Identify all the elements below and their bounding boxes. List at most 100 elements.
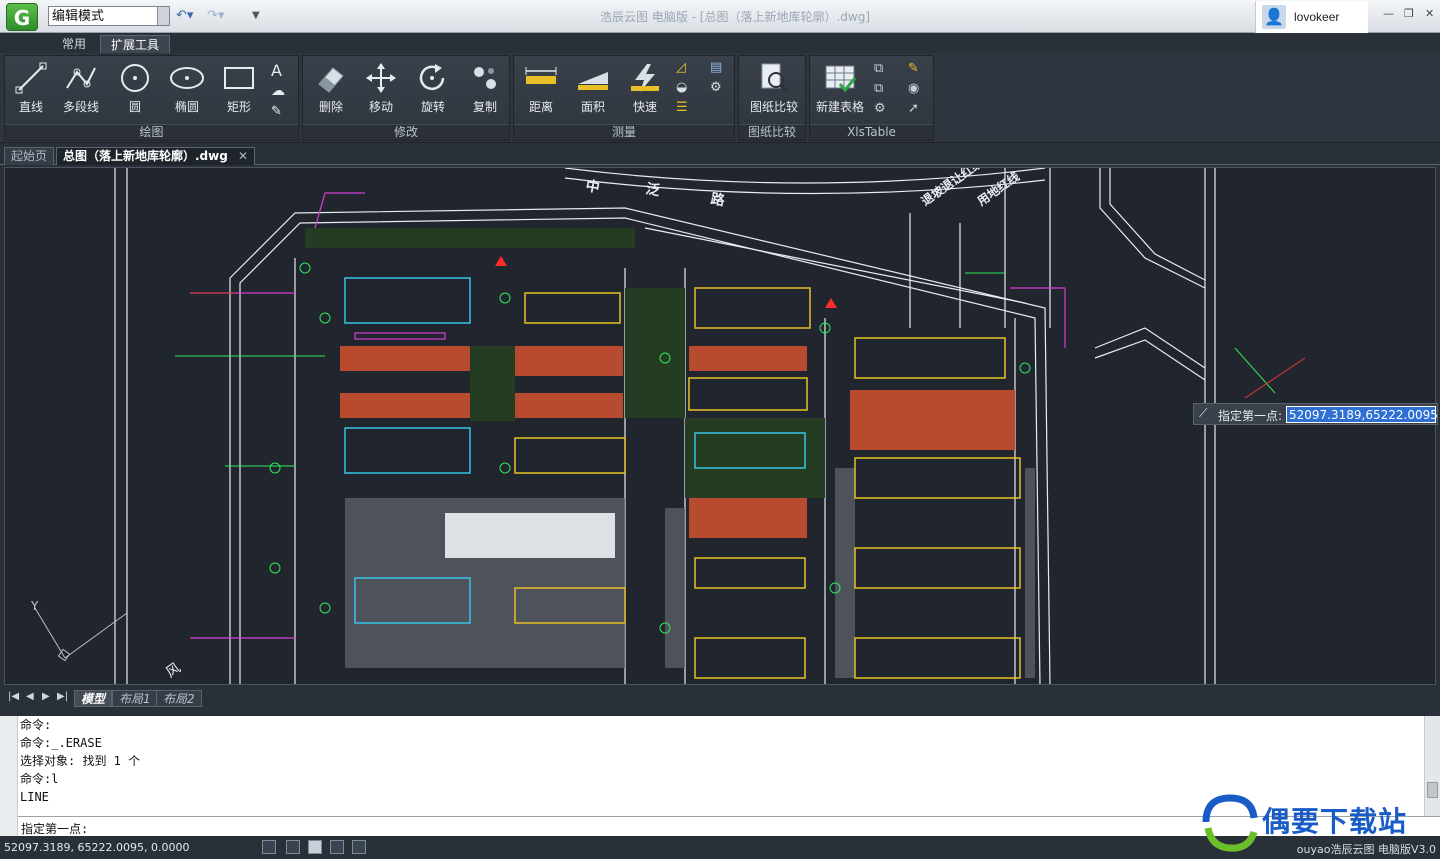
area-tool[interactable]: 面积	[569, 60, 617, 122]
prev-layout-icon[interactable]: ◀	[26, 691, 34, 702]
username: lovokeer	[1294, 10, 1340, 24]
tab-common[interactable]: 常用	[52, 35, 96, 53]
quick-measure-tool[interactable]: 快速	[621, 60, 669, 122]
close-icon[interactable]: ✕	[1425, 7, 1434, 20]
road-label-3: 路	[709, 190, 727, 209]
tab-start-page[interactable]: 起始页	[4, 147, 55, 165]
grid-toggle-icon[interactable]	[308, 840, 322, 854]
command-prompt: 指定第一点:	[21, 822, 89, 836]
rectangle-icon	[224, 67, 254, 89]
window-title: 浩辰云图 电脑版 - [总图（落上新地库轮廓）.dwg]	[600, 10, 871, 24]
mode-select-value: 编辑模式	[52, 9, 105, 24]
history-line: 命令:	[20, 718, 52, 732]
distance-tool[interactable]: 距离	[517, 60, 565, 122]
line-icon	[15, 62, 47, 94]
ortho-toggle-icon[interactable]	[286, 840, 300, 854]
table-edit-icon[interactable]: ✎	[908, 61, 928, 79]
table-select-icon[interactable]: ➚	[908, 101, 928, 119]
avatar-icon[interactable]: 👤	[1262, 5, 1286, 29]
sketch-tool-icon[interactable]: ✎	[271, 104, 291, 122]
tab-drawing[interactable]: 总图（落上新地库轮廓）.dwg ✕	[56, 147, 256, 165]
group-draw-label: 绘图	[5, 124, 298, 140]
last-layout-icon[interactable]: ▶|	[57, 691, 68, 702]
customize-toolbar-icon[interactable]: ▼	[252, 10, 260, 21]
osnap-toggle-icon[interactable]	[352, 840, 366, 854]
polar-toggle-icon[interactable]	[330, 840, 344, 854]
ellipse-icon	[170, 67, 204, 89]
measure-settings-icon[interactable]: ⚙	[710, 80, 730, 98]
table-import-icon[interactable]: ⧉	[874, 61, 894, 79]
command-panel-grip[interactable]	[0, 716, 18, 836]
table-icon	[825, 65, 857, 93]
history-line: 选择对象: 找到 1 个	[20, 754, 141, 768]
rectangle-tool[interactable]: 矩形	[215, 60, 263, 122]
area-label: 面积	[580, 100, 605, 114]
rotate-label: 旋转	[420, 100, 445, 114]
drawing-canvas[interactable]: Y 中 泛 路 退坡退让红线 用地红线 风	[4, 167, 1436, 685]
tab-model[interactable]: 模型	[74, 690, 113, 707]
arc-measure-icon[interactable]: ◒	[676, 80, 696, 98]
text-tool-icon[interactable]: A	[271, 61, 291, 80]
table-export-icon[interactable]: ⧉	[874, 81, 894, 99]
group-draw: 直线 多段线 圆 椭圆 矩形 A ☁ ✎ 绘图	[4, 55, 299, 141]
ribbon-tabs: 常用 扩展工具 — ❐ ✕	[0, 33, 1440, 81]
circle-label: 圆	[128, 100, 141, 114]
user-area[interactable]: 👤 lovokeer	[1255, 1, 1368, 33]
new-table-tool[interactable]: 新建表格	[812, 60, 868, 122]
next-layout-icon[interactable]: ▶	[42, 691, 50, 702]
snap-toggle-icon[interactable]	[262, 840, 276, 854]
move-label: 移动	[368, 100, 393, 114]
group-measure-label: 测量	[514, 124, 734, 140]
circle-icon	[121, 64, 149, 92]
first-layout-icon[interactable]: |◀	[8, 691, 19, 702]
cloud-tool-icon[interactable]: ☁	[271, 83, 291, 101]
line-cursor-icon: ⟋	[1199, 406, 1208, 420]
redo-icon[interactable]: ↷▾	[207, 8, 224, 23]
table-view-icon[interactable]: ◉	[908, 81, 928, 99]
rotate-tool[interactable]: 旋转	[409, 60, 457, 122]
maximize-icon[interactable]: ❐	[1404, 7, 1414, 20]
group-xls-label: XlsTable	[810, 124, 933, 140]
undo-icon[interactable]: ↶▾	[176, 8, 193, 23]
polyline-tool[interactable]: 多段线	[57, 60, 105, 122]
copy-icon	[474, 67, 496, 89]
app-logo-icon[interactable]: G	[6, 3, 38, 31]
tab-layout1[interactable]: 布局1	[112, 690, 158, 707]
distance-label: 距离	[528, 100, 553, 114]
title-bar: G 编辑模式 ↶▾ ↷▾ ▼ 浩辰云图 电脑版 - [总图（落上新地库轮廓）.d…	[0, 0, 1440, 33]
compare-tool[interactable]: 图纸比较	[747, 60, 801, 122]
ellipse-tool[interactable]: 椭圆	[163, 60, 211, 122]
coordinate-measure-icon[interactable]: ☰	[676, 100, 696, 118]
ruler-distance-icon	[525, 67, 557, 84]
dynamic-input-popup[interactable]: ⟋ 指定第一点: 52097.3189,65222.0095	[1193, 403, 1438, 425]
angle-measure-icon[interactable]: ◿	[676, 60, 696, 78]
line-tool[interactable]: 直线	[7, 60, 55, 122]
chevron-down-icon[interactable]	[157, 7, 169, 25]
group-xlstable: 新建表格 ⧉ ⧉ ⚙ ✎ ◉ ➚ XlsTable	[809, 55, 934, 141]
history-line: 命令:l	[20, 772, 59, 786]
cad-drawing: Y 中 泛 路 退坡退让红线 用地红线 风	[30, 168, 1306, 684]
watermark-logo: 偶要下载站	[1196, 792, 1436, 856]
delete-label: 删除	[318, 100, 343, 114]
minimize-icon[interactable]: —	[1383, 7, 1394, 20]
table-settings-icon[interactable]: ⚙	[874, 101, 894, 119]
lightning-icon	[631, 64, 659, 92]
batch-measure-icon[interactable]: ▤	[710, 60, 730, 78]
ribbon: 直线 多段线 圆 椭圆 矩形 A ☁ ✎ 绘图 删除 移动 旋转 复制 修改 距…	[0, 53, 1440, 143]
tab-extended-tools[interactable]: 扩展工具	[100, 35, 171, 53]
corner-label: 风	[163, 660, 184, 681]
tab-drawing-label: 总图（落上新地库轮廓）.dwg	[63, 149, 228, 163]
circle-tool[interactable]: 圆	[111, 60, 159, 122]
coordinates-readout: 52097.3189, 65222.0095, 0.0000	[4, 841, 190, 854]
dynamic-input-label: 指定第一点:	[1218, 409, 1283, 423]
copy-tool[interactable]: 复制	[461, 60, 509, 122]
dynamic-input-value[interactable]: 52097.3189,65222.0095	[1286, 406, 1438, 423]
line-label: 直线	[18, 100, 43, 114]
move-tool[interactable]: 移动	[357, 60, 405, 122]
mode-select[interactable]: 编辑模式	[48, 6, 170, 26]
tab-layout2[interactable]: 布局2	[156, 690, 202, 707]
tab-close-icon[interactable]: ✕	[238, 149, 248, 163]
delete-tool[interactable]: 删除	[307, 60, 355, 122]
group-modify: 删除 移动 旋转 复制 修改	[302, 55, 510, 141]
copy-label: 复制	[472, 100, 497, 114]
